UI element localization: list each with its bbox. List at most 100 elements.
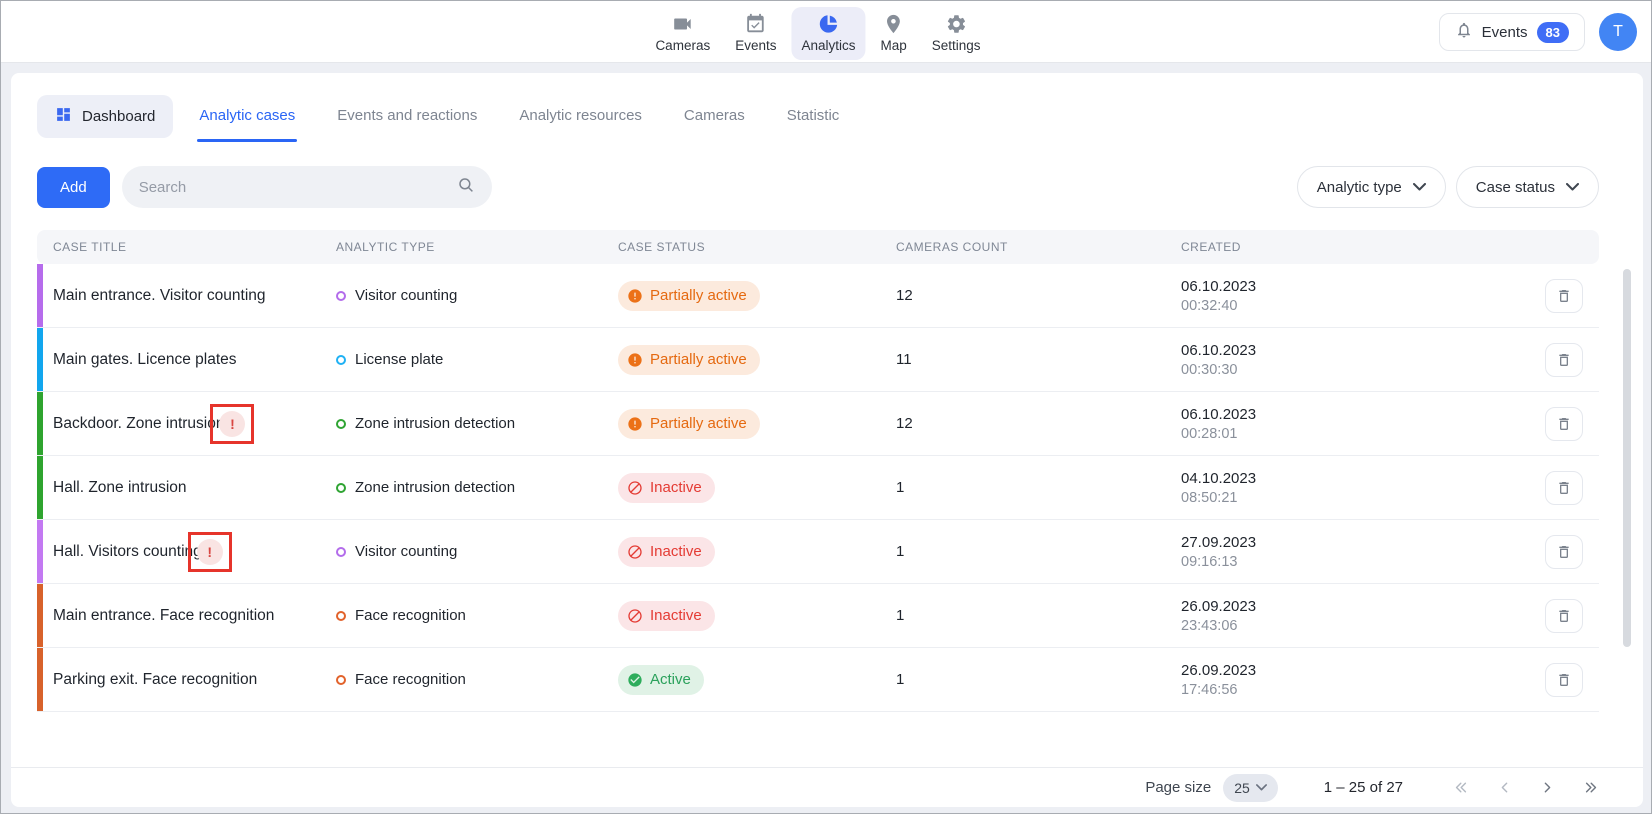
analytic-cases-table: CASE TITLEANALYTIC TYPECASE STATUSCAMERA… — [37, 230, 1599, 712]
created-time: 08:50:21 — [1181, 490, 1237, 506]
camera-icon — [672, 13, 694, 35]
table-row[interactable]: Main entrance. Visitor counting Visitor c… — [37, 264, 1599, 328]
delete-case-button[interactable] — [1545, 471, 1583, 505]
delete-case-button[interactable] — [1545, 407, 1583, 441]
gear-icon — [945, 13, 967, 35]
analytic-type-label: Visitor counting — [355, 287, 457, 304]
case-color-bar — [37, 648, 43, 711]
analytic-type-cell: Zone intrusion detection — [320, 415, 602, 432]
created-time: 00:32:40 — [1181, 298, 1237, 314]
chevron-down-icon — [1256, 784, 1267, 791]
trash-icon — [1556, 608, 1572, 624]
table-row[interactable]: Hall. Visitors counting!Visitor counting… — [37, 520, 1599, 584]
tab-cameras[interactable]: Cameras — [684, 107, 745, 126]
chevron-down-icon — [1413, 183, 1426, 191]
status-icon — [627, 480, 643, 496]
filter-case-status[interactable]: Case status — [1456, 166, 1599, 208]
page-size-select[interactable]: 25 — [1223, 774, 1278, 802]
status-icon — [627, 416, 643, 432]
nav-item-label: Settings — [932, 38, 981, 53]
nav-item-map[interactable]: Map — [871, 7, 917, 60]
delete-case-button[interactable] — [1545, 599, 1583, 633]
tab-analytic-cases[interactable]: Analytic cases — [199, 107, 295, 126]
first-page-button[interactable] — [1453, 779, 1470, 796]
nav-item-events[interactable]: Events — [725, 7, 786, 60]
created-cell: 06.10.2023 00:32:40 — [1165, 278, 1529, 314]
analytic-type-cell: Visitor counting — [320, 287, 602, 304]
column-header: CASE TITLE — [37, 240, 320, 254]
case-title: Hall. Zone intrusion — [53, 479, 187, 497]
tab-statistic[interactable]: Statistic — [787, 107, 840, 126]
table-row[interactable]: Hall. Zone intrusion Zone intrusion detec… — [37, 456, 1599, 520]
case-title-cell: Main entrance. Face recognition — [37, 607, 320, 625]
delete-case-button[interactable] — [1545, 279, 1583, 313]
next-page-button[interactable] — [1539, 779, 1556, 796]
toolbar: Add Analytic type Case status — [37, 166, 1599, 208]
status-label: Inactive — [650, 480, 702, 495]
filter-list: Analytic type Case status — [1287, 166, 1599, 208]
case-color-bar — [37, 328, 43, 391]
pagination-bar: Page size 25 1 – 25 of 27 — [11, 767, 1643, 807]
row-actions-cell — [1529, 663, 1599, 697]
search-box[interactable] — [122, 166, 492, 208]
chevron-down-icon — [1566, 183, 1579, 191]
filter-analytic-type[interactable]: Analytic type — [1297, 166, 1446, 208]
filter-label: Case status — [1476, 179, 1555, 196]
status-label: Partially active — [650, 352, 747, 367]
avatar[interactable]: T — [1599, 13, 1637, 51]
dashboard-button[interactable]: Dashboard — [37, 95, 173, 138]
created-date: 04.10.2023 — [1181, 470, 1256, 487]
delete-case-button[interactable] — [1545, 535, 1583, 569]
add-button[interactable]: Add — [37, 167, 110, 208]
status-icon — [627, 352, 643, 368]
row-actions-cell — [1529, 599, 1599, 633]
analytic-type-ring-icon — [336, 483, 346, 493]
analytic-type-ring-icon — [336, 547, 346, 557]
status-label: Inactive — [650, 544, 702, 559]
table-row[interactable]: Main gates. Licence plates License plate P… — [37, 328, 1599, 392]
vertical-scrollbar[interactable] — [1623, 269, 1631, 647]
analytic-type-ring-icon — [336, 355, 346, 365]
table-body: Main entrance. Visitor counting Visitor c… — [37, 264, 1599, 712]
delete-case-button[interactable] — [1545, 663, 1583, 697]
table-row[interactable]: Backdoor. Zone intrusion!Zone intrusion … — [37, 392, 1599, 456]
alert-icon: ! — [197, 539, 223, 565]
case-title: Main gates. Licence plates — [53, 351, 237, 369]
analytic-type-label: Zone intrusion detection — [355, 479, 515, 496]
dashboard-grid-icon — [55, 106, 72, 127]
created-date: 06.10.2023 — [1181, 278, 1256, 295]
previous-page-button[interactable] — [1496, 779, 1513, 796]
last-page-button[interactable] — [1582, 779, 1599, 796]
created-time: 09:16:13 — [1181, 554, 1237, 570]
created-time: 17:46:56 — [1181, 682, 1237, 698]
table-header: CASE TITLEANALYTIC TYPECASE STATUSCAMERA… — [37, 230, 1599, 264]
status-label: Active — [650, 672, 691, 687]
page-size-label: Page size — [1145, 779, 1211, 796]
table-row[interactable]: Main entrance. Face recognitionFace reco… — [37, 584, 1599, 648]
case-status-cell: Partially active — [602, 409, 880, 439]
analytic-type-label: License plate — [355, 351, 443, 368]
delete-case-button[interactable] — [1545, 343, 1583, 377]
case-status-cell: Partially active — [602, 281, 880, 311]
events-button[interactable]: Events 83 — [1439, 13, 1585, 51]
created-time: 23:43:06 — [1181, 618, 1237, 634]
cameras-count-cell: 1 — [880, 543, 1165, 560]
case-title: Main entrance. Visitor counting — [53, 287, 266, 305]
case-title-cell: Hall. Visitors counting! — [37, 532, 320, 572]
column-header: CAMERAS COUNT — [880, 240, 1165, 254]
table-row[interactable]: Parking exit. Face recognitionFace recog… — [37, 648, 1599, 712]
nav-item-label: Events — [735, 38, 776, 53]
row-actions-cell — [1529, 279, 1599, 313]
cameras-count-cell: 12 — [880, 287, 1165, 304]
status-badge: Inactive — [618, 601, 715, 631]
search-input[interactable] — [139, 179, 457, 196]
nav-item-cameras[interactable]: Cameras — [645, 7, 720, 60]
tab-events-and-reactions[interactable]: Events and reactions — [337, 107, 477, 126]
created-date: 26.09.2023 — [1181, 598, 1256, 615]
nav-item-analytics[interactable]: Analytics — [791, 7, 865, 60]
alert-highlight-box: ! — [188, 532, 232, 572]
analytic-type-label: Face recognition — [355, 671, 466, 688]
tab-analytic-resources[interactable]: Analytic resources — [519, 107, 642, 126]
nav-item-settings[interactable]: Settings — [922, 7, 991, 60]
filter-label: Analytic type — [1317, 179, 1402, 196]
